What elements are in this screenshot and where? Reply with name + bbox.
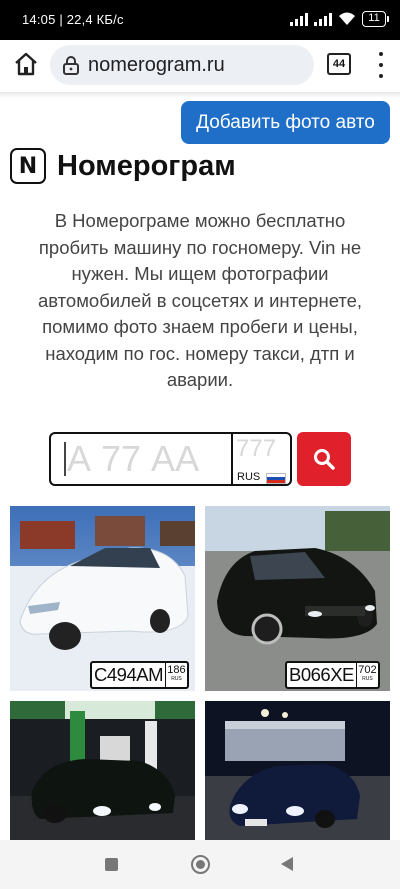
- car-card[interactable]: В066ХЕ 702 RUS: [205, 506, 390, 691]
- plate-number-area[interactable]: [51, 434, 231, 484]
- plate-search-field[interactable]: RUS: [49, 432, 292, 486]
- card-plate-number: С494АМ: [94, 664, 163, 685]
- signal-icon: [290, 12, 308, 26]
- search-button[interactable]: [297, 432, 351, 486]
- plate-region-input[interactable]: [236, 434, 288, 464]
- status-time: 14:05 | 22,4 КБ/с: [22, 12, 124, 27]
- system-navigation-bar: [0, 840, 400, 889]
- text-cursor: [64, 442, 66, 476]
- car-photo: [205, 701, 390, 840]
- address-bar[interactable]: nomerogram.ru: [50, 45, 314, 85]
- add-car-photo-button[interactable]: Добавить фото авто: [181, 101, 390, 144]
- card-plate: В066ХЕ 702 RUS: [285, 661, 380, 689]
- card-plate-region-box: 186 RUS: [164, 663, 187, 687]
- lock-icon: [63, 56, 79, 75]
- url-text: nomerogram.ru: [88, 54, 225, 76]
- home-circle-icon[interactable]: [191, 855, 210, 874]
- plate-region-area[interactable]: RUS: [233, 434, 290, 484]
- browser-toolbar: nomerogram.ru 44: [0, 40, 400, 92]
- card-plate-region-box: 702 RUS: [355, 663, 378, 687]
- brand-name: Номерограм: [57, 149, 236, 182]
- card-plate-country: RUS: [171, 676, 182, 682]
- back-icon[interactable]: [281, 857, 293, 871]
- battery-icon: 11: [362, 11, 389, 27]
- browser-menu-icon[interactable]: [373, 52, 389, 78]
- wifi-icon: [339, 12, 355, 25]
- card-plate-region: 702: [358, 664, 377, 676]
- home-icon[interactable]: [12, 50, 40, 78]
- status-icons: 11: [290, 11, 389, 27]
- plate-country-label: RUS: [237, 471, 261, 483]
- intro-description: В Номерограме можно бесплатно пробить ма…: [37, 210, 363, 390]
- search-icon: [314, 449, 335, 470]
- plate-number-input[interactable]: [67, 438, 227, 480]
- status-bar: 14:05 | 22,4 КБ/с 11: [0, 0, 400, 40]
- toolbar-shadow: [0, 92, 400, 98]
- nomerogram-logo: N: [10, 148, 46, 184]
- card-plate-number: В066ХЕ: [289, 664, 354, 685]
- site-brand[interactable]: N Номерограм: [10, 148, 236, 184]
- card-plate-country: RUS: [362, 676, 373, 682]
- car-card[interactable]: [205, 701, 390, 840]
- card-plate-region: 186: [167, 664, 186, 676]
- signal-2-icon: [314, 12, 332, 26]
- car-card[interactable]: [10, 701, 195, 840]
- recents-icon[interactable]: [105, 858, 118, 871]
- tab-switcher-button[interactable]: 44: [327, 53, 351, 75]
- card-plate: С494АМ 186 RUS: [90, 661, 189, 689]
- car-card[interactable]: С494АМ 186 RUS: [10, 506, 195, 691]
- car-photo: [10, 701, 195, 840]
- russian-flag-icon: [266, 473, 286, 484]
